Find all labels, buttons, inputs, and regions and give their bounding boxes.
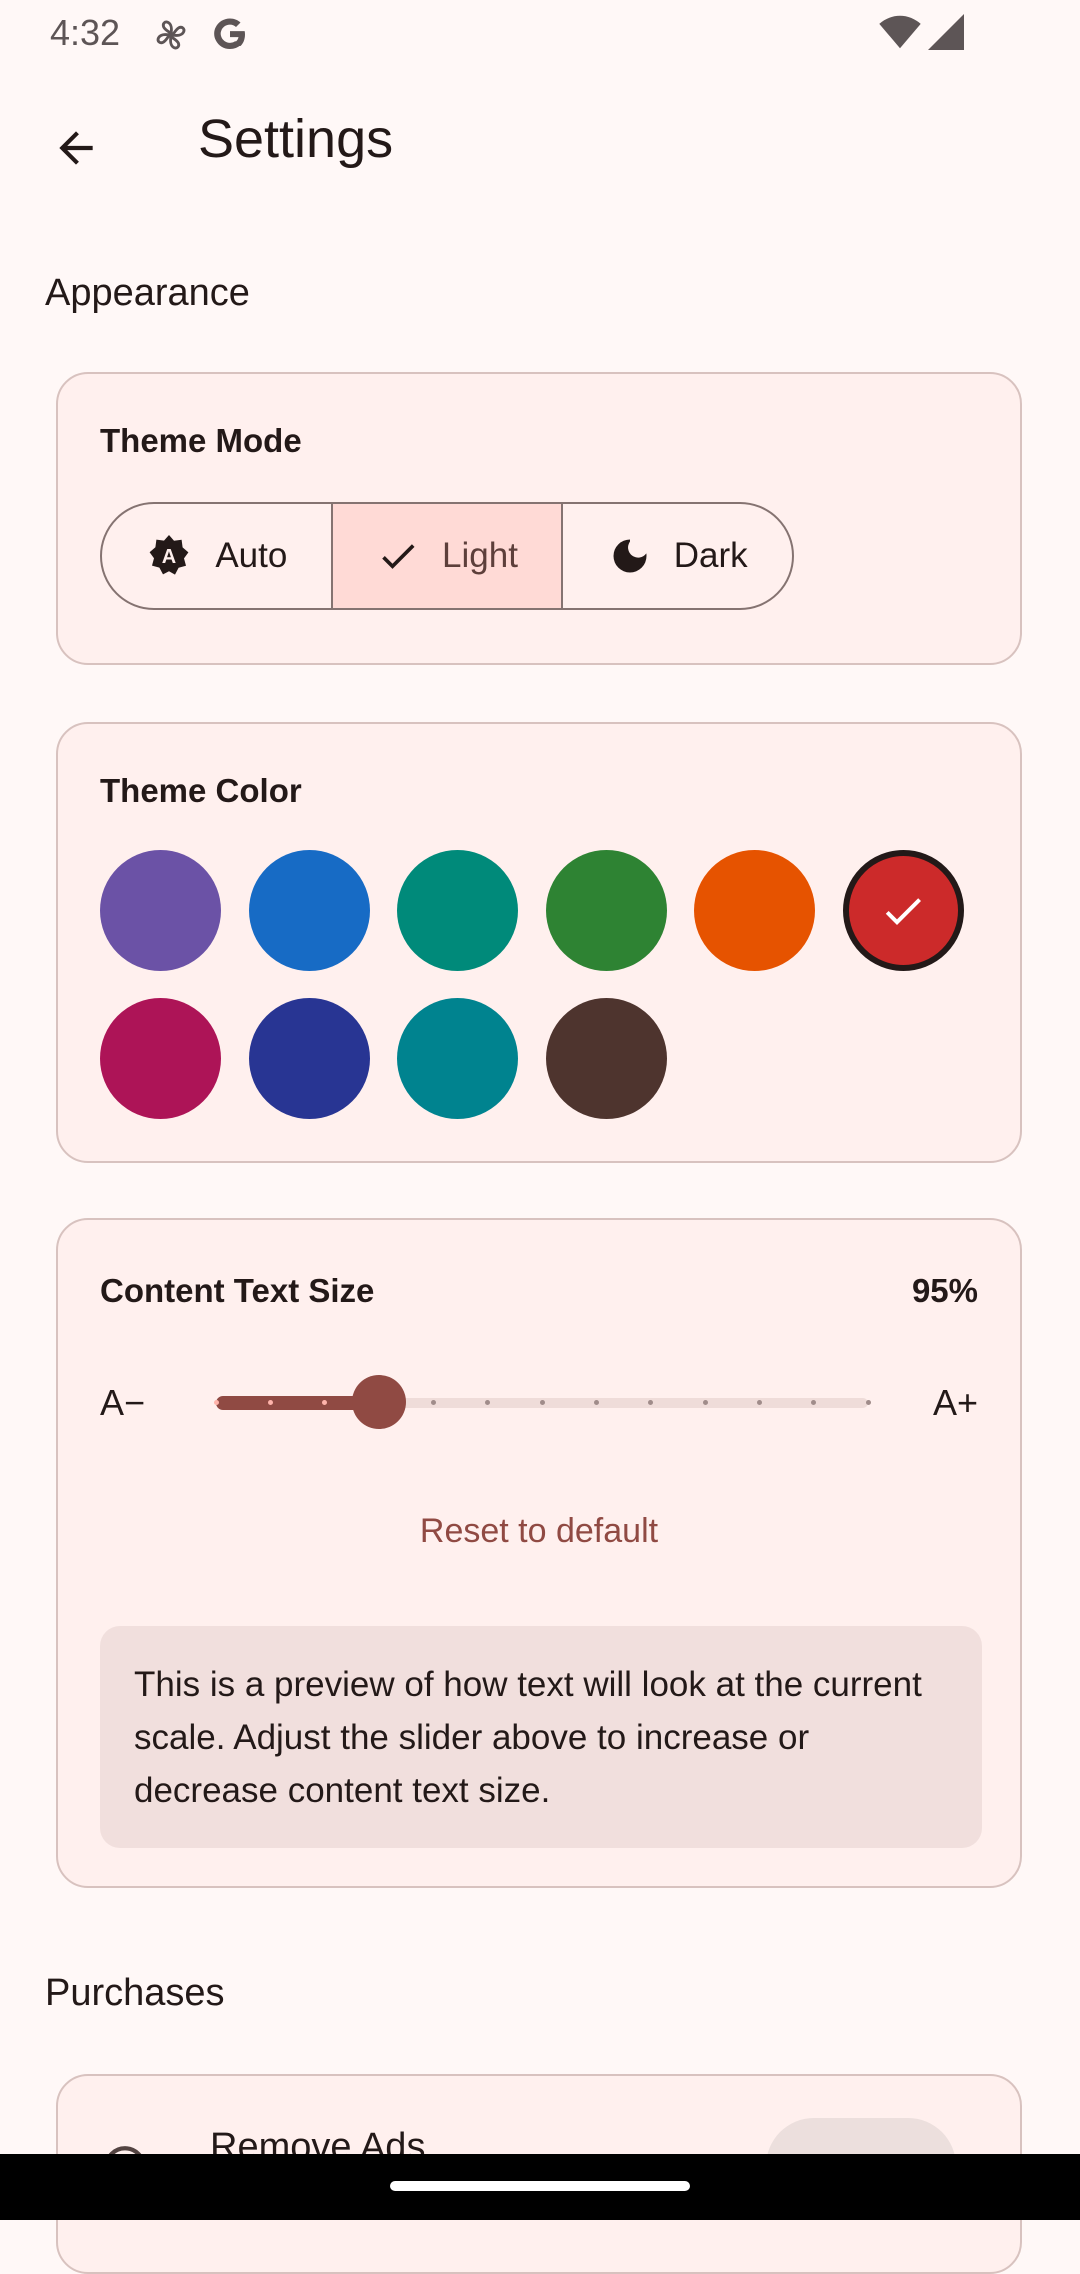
check-icon (885, 897, 921, 925)
slider-tick (702, 1400, 708, 1405)
theme-color-swatch[interactable] (842, 850, 964, 971)
svg-text:A: A (162, 546, 176, 568)
moon-icon (613, 539, 647, 573)
theme-color-card: Theme Color (56, 722, 1022, 1163)
arrow-back-icon (59, 131, 93, 165)
theme-mode-auto-button[interactable]: A Auto (102, 504, 333, 608)
increase-text-size-label[interactable]: A+ (933, 1382, 978, 1424)
slider-tick (593, 1400, 599, 1405)
theme-color-swatch[interactable] (248, 998, 370, 1119)
theme-color-title: Theme Color (100, 772, 302, 809)
section-title-purchases: Purchases (45, 1972, 225, 2014)
text-size-value: 95% (911, 1272, 978, 1309)
theme-mode-light-button[interactable]: Light (332, 504, 564, 608)
back-button[interactable] (40, 112, 112, 184)
reset-to-default-button[interactable]: Reset to default (58, 1512, 1020, 1551)
theme-color-swatch[interactable] (545, 998, 667, 1119)
theme-color-swatch[interactable] (100, 998, 221, 1119)
brightness-auto-icon: A (149, 535, 189, 575)
theme-color-swatch[interactable] (397, 850, 518, 971)
theme-mode-dark-button[interactable]: Dark (563, 504, 792, 608)
decrease-text-size-label[interactable]: A− (100, 1382, 145, 1424)
content-text-size-title: Content Text Size (100, 1272, 375, 1309)
theme-color-swatch[interactable] (397, 998, 518, 1119)
navigation-gesture-bar (0, 2154, 1080, 2220)
section-title-appearance: Appearance (45, 272, 250, 314)
slider-tick (865, 1400, 871, 1405)
status-time: 4:32 (50, 12, 121, 53)
theme-mode-title: Theme Mode (100, 422, 302, 459)
theme-mode-card: Theme Mode A Auto Light Dark (56, 372, 1022, 665)
signal-icon (928, 14, 964, 50)
status-bar: 4:32 (0, 0, 1080, 66)
theme-mode-dark-label: Dark (673, 536, 748, 575)
theme-color-swatch[interactable] (248, 850, 370, 971)
slider-tick (430, 1400, 436, 1405)
page-title: Settings (198, 109, 394, 169)
check-icon (382, 544, 415, 569)
slider-thumb[interactable] (352, 1375, 406, 1429)
fan-icon (156, 20, 186, 50)
google-icon (214, 18, 245, 49)
theme-color-swatch[interactable] (694, 850, 815, 971)
theme-mode-segmented-control: A Auto Light Dark (100, 502, 794, 610)
theme-color-swatch[interactable] (545, 850, 667, 971)
gesture-handle[interactable] (390, 2181, 690, 2191)
theme-mode-light-label: Light (442, 536, 518, 575)
top-app-bar: Settings (0, 90, 1080, 200)
slider-tick (267, 1400, 273, 1405)
slider-tick (539, 1400, 545, 1405)
slider-tick (213, 1400, 219, 1405)
slider-tick (756, 1400, 762, 1405)
text-size-preview: This is a preview of how text will look … (100, 1626, 982, 1848)
content-text-size-card: Content Text Size 95% A− A+ Reset to def… (56, 1218, 1022, 1888)
theme-mode-auto-label: Auto (215, 536, 288, 575)
wifi-icon (879, 15, 921, 49)
text-size-slider[interactable] (213, 1375, 871, 1429)
theme-color-swatch[interactable] (100, 850, 221, 971)
